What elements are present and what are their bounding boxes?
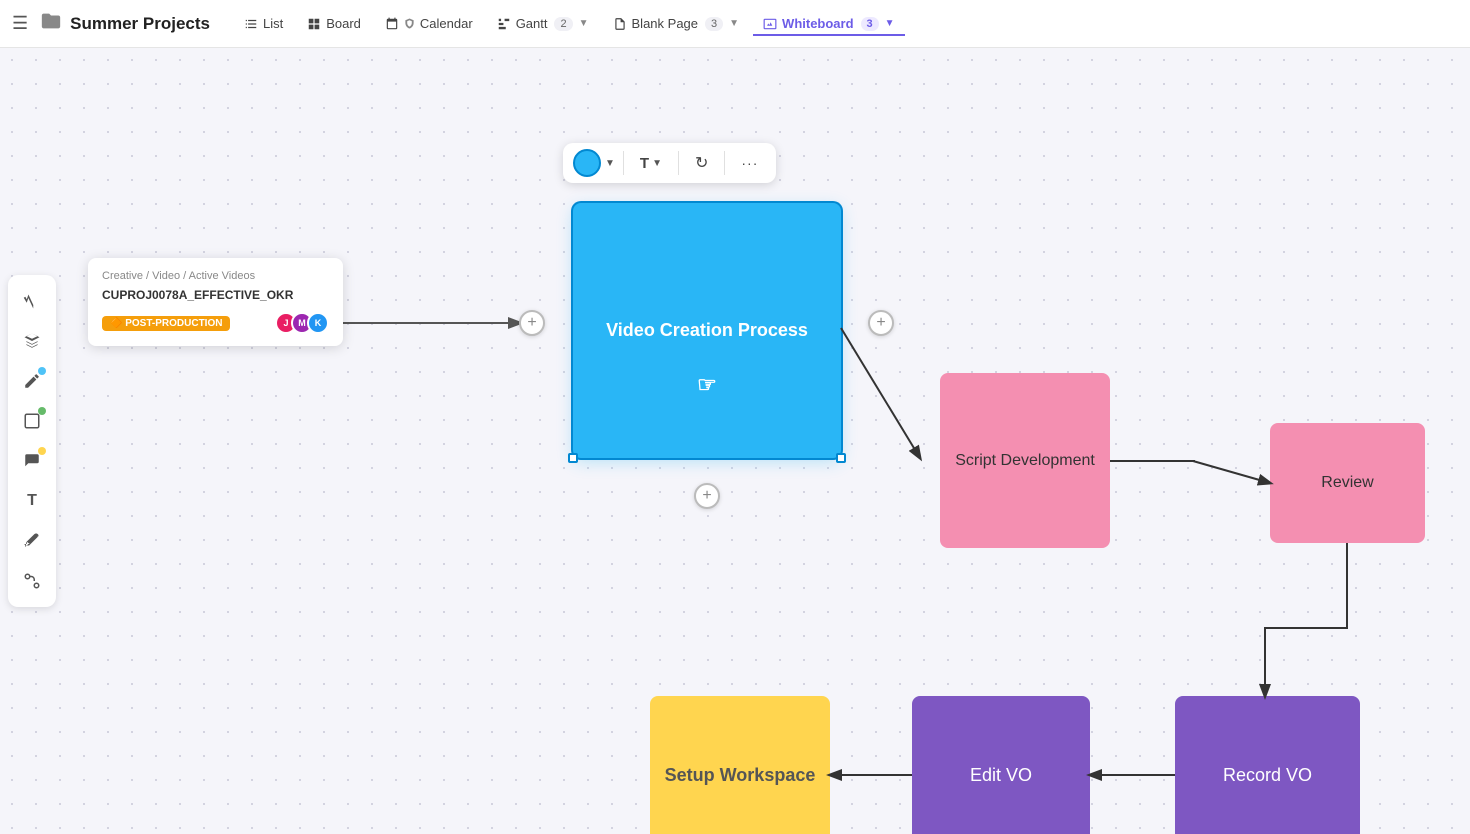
topbar: ☰ Summer Projects List Board Calendar Ga… (0, 0, 1470, 48)
task-breadcrumb: Creative / Video / Active Videos (102, 270, 329, 282)
nav-list[interactable]: List (234, 11, 293, 36)
toolbar-separator-1 (623, 151, 624, 175)
whiteboard-badge: 3 (861, 17, 879, 31)
shape-script-label: Script Development (955, 452, 1095, 470)
shape-video-creation[interactable]: Video Creation Process ☞ (573, 203, 841, 458)
nav-gantt[interactable]: Gantt 2 ▼ (487, 11, 599, 36)
pen-tool[interactable] (14, 363, 50, 399)
shape-recordvo-label: Record VO (1223, 765, 1312, 786)
task-card[interactable]: Creative / Video / Active Videos CUPROJ0… (88, 258, 343, 346)
task-footer: 🔶 Post-Production J M K (102, 312, 329, 334)
nav-blank-page[interactable]: Blank Page 3 ▼ (603, 11, 750, 36)
menu-icon[interactable]: ☰ (12, 13, 28, 34)
folder-icon (40, 10, 62, 37)
nav-calendar[interactable]: Calendar (375, 11, 483, 36)
project-title: Summer Projects (70, 14, 210, 34)
refresh-btn[interactable]: ↻ (687, 149, 716, 177)
top-nav: List Board Calendar Gantt 2 ▼ Blank Page… (234, 11, 1458, 36)
toolbar-separator-2 (678, 151, 679, 175)
add-layer-tool[interactable] (14, 323, 50, 359)
marker-tool[interactable] (14, 523, 50, 559)
shape-color-dot (38, 407, 46, 415)
color-dropdown-arrow[interactable]: ▼ (605, 158, 615, 169)
task-id: CUPROJ0078A_EFFECTIVE_OKR (102, 288, 329, 302)
text-format-btn[interactable]: T ▼ (632, 151, 670, 176)
connect-tool[interactable] (14, 563, 50, 599)
blankpage-badge: 3 (705, 17, 723, 31)
task-status-badge: 🔶 Post-Production (102, 316, 230, 331)
shape-workspace[interactable]: Setup Workspace (650, 696, 830, 834)
shape-edit-vo[interactable]: Edit VO (912, 696, 1090, 834)
pen-color-dot (38, 367, 46, 375)
shape-editvo-label: Edit VO (970, 765, 1032, 786)
shape-script-dev[interactable]: Script Development (940, 373, 1110, 548)
shape-tool[interactable] (14, 403, 50, 439)
shape-review[interactable]: Review (1270, 423, 1425, 543)
shape-video-creation-label: Video Creation Process (606, 320, 808, 341)
plus-btn-right[interactable]: + (868, 310, 894, 336)
avatar-3: K (307, 312, 329, 334)
text-tool[interactable]: T (14, 483, 50, 519)
sticky-color-dot (38, 447, 46, 455)
shape-review-label: Review (1321, 474, 1373, 492)
shape-record-vo[interactable]: Record VO (1175, 696, 1360, 834)
gantt-badge: 2 (554, 17, 572, 31)
toolbar-separator-3 (724, 151, 725, 175)
sticky-tool[interactable] (14, 443, 50, 479)
whiteboard-canvas[interactable]: T Creative / Video / Active Videos CUPRO… (0, 48, 1470, 834)
nav-whiteboard[interactable]: Whiteboard 3 ▼ (753, 11, 905, 36)
plus-btn-bottom[interactable]: + (694, 483, 720, 509)
shape-color-picker[interactable] (573, 149, 601, 177)
shape-toolbar: ▼ T ▼ ↻ ··· (563, 143, 776, 183)
shape-workspace-label: Setup Workspace (665, 765, 816, 786)
left-toolbar: T (8, 275, 56, 607)
more-options-btn[interactable]: ··· (733, 151, 766, 175)
plus-btn-left[interactable]: + (519, 310, 545, 336)
pointer-tool[interactable] (14, 283, 50, 319)
task-avatars: J M K (281, 312, 329, 334)
nav-board[interactable]: Board (297, 11, 371, 36)
